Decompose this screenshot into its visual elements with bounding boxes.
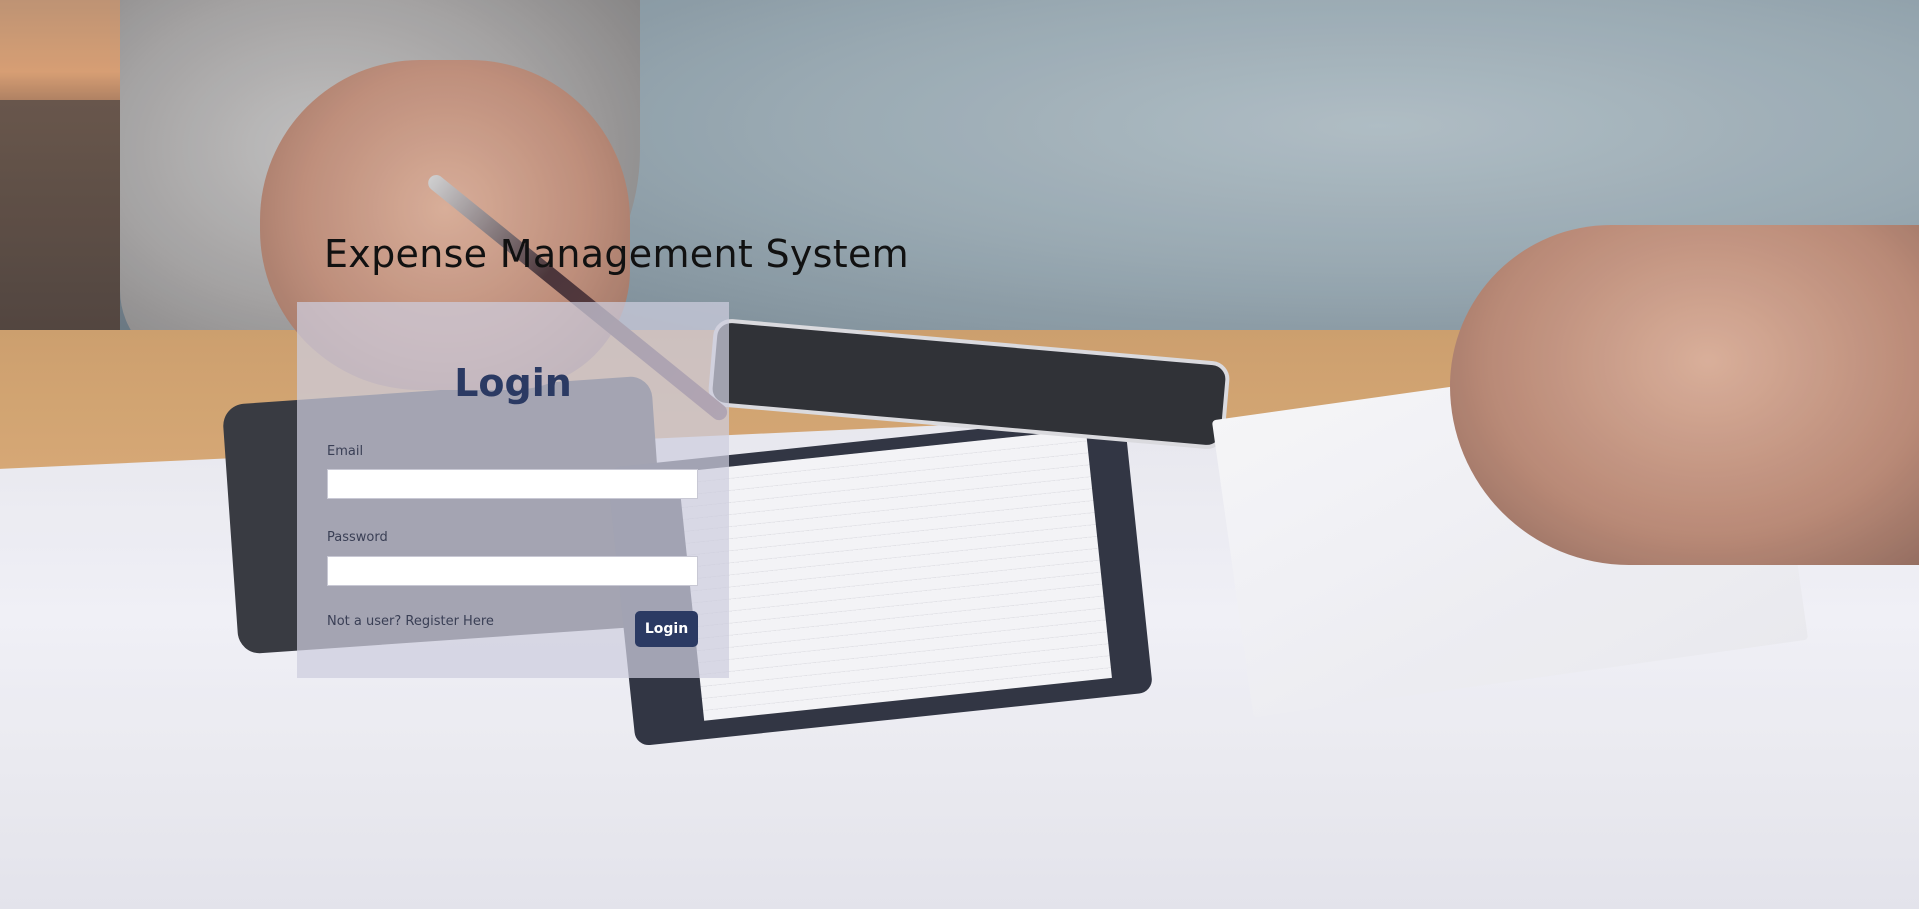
email-field[interactable]	[327, 469, 698, 499]
app-title: Expense Management System	[324, 232, 909, 276]
login-heading: Login	[454, 361, 572, 405]
password-field[interactable]	[327, 556, 698, 586]
background-veil	[0, 0, 1919, 909]
password-label: Password	[327, 530, 388, 545]
register-link[interactable]: Not a user? Register Here	[327, 614, 494, 629]
login-button[interactable]: Login	[635, 611, 698, 647]
login-page: Expense Management System Login Email Pa…	[0, 0, 1919, 909]
login-form: Login Email Password Not a user? Registe…	[297, 302, 729, 678]
email-label: Email	[327, 444, 364, 459]
background-image	[0, 0, 1919, 909]
